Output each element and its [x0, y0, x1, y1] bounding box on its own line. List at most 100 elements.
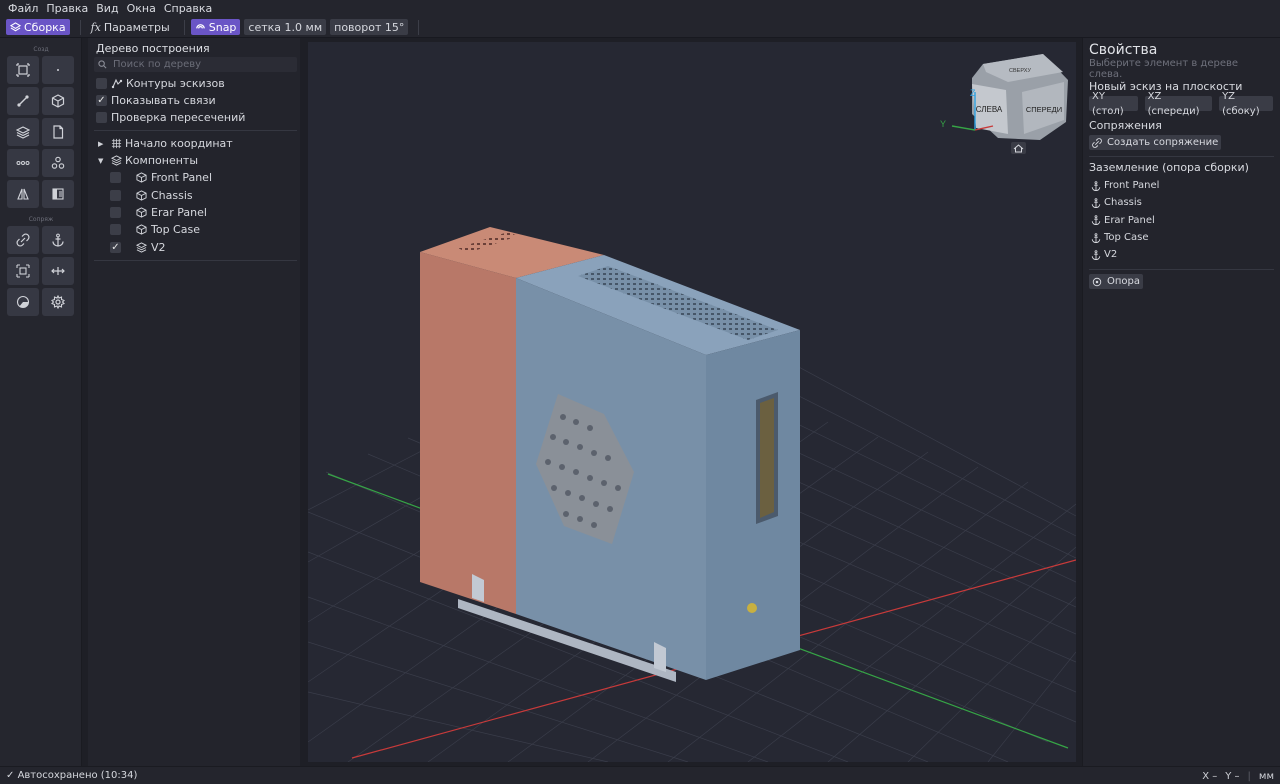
unit-label: мм — [1258, 770, 1274, 782]
ground-item[interactable]: Front Panel — [1083, 177, 1280, 194]
plane-xy-button[interactable]: XY (стол) — [1089, 91, 1138, 117]
chassis-end-face[interactable] — [706, 330, 800, 680]
collapse-arrow-icon[interactable]: ▼ — [98, 157, 108, 165]
params-label: Параметры — [103, 20, 170, 34]
mate-tool-button[interactable] — [7, 226, 39, 254]
component-checkbox[interactable]: ✓ — [110, 241, 121, 253]
y-axis-indicator — [951, 125, 976, 131]
ground-item[interactable]: V2 — [1083, 246, 1280, 263]
toolbar-divider — [418, 19, 420, 35]
checkbox-intersections[interactable] — [96, 112, 107, 123]
support-button[interactable]: Опора — [1089, 274, 1144, 290]
layers-icon — [111, 155, 122, 166]
front-panel-face[interactable] — [420, 252, 516, 614]
3d-viewport[interactable]: СВЕРХУ СЛЕВА СПЕРЕДИ Z Y — [308, 42, 1076, 762]
params-button[interactable]: fx Параметры — [87, 19, 174, 35]
grid-size-button[interactable]: сетка 1.0 мм — [244, 19, 327, 35]
scene-canvas[interactable]: СВЕРХУ СЛЕВА СПЕРЕДИ Z Y — [308, 42, 1076, 762]
component-checkbox[interactable] — [110, 224, 121, 236]
assembly-label: Сборка — [24, 20, 66, 34]
cube-icon — [136, 172, 147, 183]
document-tool-button[interactable] — [42, 118, 74, 146]
view-cube[interactable]: СВЕРХУ СЛЕВА СПЕРЕДИ Z Y — [940, 54, 1068, 154]
snap-label: Snap — [208, 20, 237, 34]
component-label: Chassis — [151, 188, 193, 202]
menu-help[interactable]: Справка — [160, 0, 216, 17]
target-icon — [1092, 277, 1102, 287]
toolbar: Сборка fx Параметры Snap сетка 1.0 мм по… — [0, 17, 1280, 38]
circular-pattern-button[interactable] — [42, 149, 74, 177]
menu-file[interactable]: Файл — [4, 0, 42, 17]
select-tool-button[interactable] — [7, 56, 39, 84]
x-coordinate: X – — [1202, 770, 1218, 782]
tree-component-top-case[interactable]: Top Case — [88, 221, 300, 238]
group-create-label: Созд — [33, 46, 49, 53]
tree-component-erar-panel[interactable]: Erar Panel — [88, 204, 300, 221]
point-tool-button[interactable] — [42, 56, 74, 84]
option-show-links[interactable]: ✓ Показывать связи — [88, 92, 300, 109]
properties-title: Свойства — [1089, 42, 1158, 58]
ground-item-label: Erar Panel — [1104, 214, 1155, 226]
menu-windows[interactable]: Окна — [123, 0, 160, 17]
snap-toggle[interactable]: Snap — [190, 19, 241, 35]
tree-node-origin[interactable]: ▶ Начало координат — [88, 135, 300, 152]
settings-tool-button[interactable] — [42, 288, 74, 316]
ground-item[interactable]: Erar Panel — [1083, 212, 1280, 229]
autosave-status: ✓ Автосохранено (10:34) — [6, 770, 138, 781]
tree-node-components[interactable]: ▼ Компоненты — [88, 152, 300, 169]
option-intersections-label: Проверка пересечений — [111, 111, 246, 124]
create-mate-label: Создать сопряжение — [1107, 137, 1219, 148]
circles-icon — [51, 156, 65, 169]
menu-view[interactable]: Вид — [92, 0, 122, 17]
ground-item[interactable]: Chassis — [1083, 194, 1280, 211]
panel-tool-button[interactable] — [42, 180, 74, 208]
tree-search-input[interactable]: Поиск по дереву — [94, 57, 297, 72]
anchor-icon — [1091, 232, 1101, 243]
tree-divider — [94, 259, 297, 261]
option-sketch-contours[interactable]: Контуры эскизов — [88, 75, 300, 92]
tree-component-chassis[interactable]: Chassis — [88, 186, 300, 203]
component-checkbox[interactable] — [110, 189, 121, 201]
status-bar: ✓ Автосохранено (10:34) X – Y – | мм — [0, 766, 1280, 784]
component-label: Erar Panel — [151, 205, 207, 219]
checkbox-sketch-contours[interactable] — [96, 78, 107, 89]
line-icon — [17, 95, 29, 107]
rotate-step-button[interactable]: поворот 15° — [330, 19, 409, 35]
component-checkbox[interactable] — [110, 172, 121, 184]
expand-arrow-icon[interactable]: ▶ — [98, 140, 108, 148]
fix-tool-button[interactable] — [7, 257, 39, 285]
component-checkbox[interactable] — [110, 206, 121, 218]
cube-tool-button[interactable] — [42, 87, 74, 115]
line-tool-button[interactable] — [7, 87, 39, 115]
create-mate-button[interactable]: Создать сопряжение — [1089, 135, 1222, 150]
ground-item-label: V2 — [1104, 249, 1118, 261]
checkbox-show-links[interactable]: ✓ — [96, 95, 107, 106]
toolbar-divider — [79, 19, 81, 35]
tree-component-front-panel[interactable]: Front Panel — [88, 169, 300, 186]
ground-section-label: Заземление (опора сборки) — [1089, 161, 1249, 174]
pattern-tool-button[interactable] — [7, 149, 39, 177]
distance-tool-button[interactable] — [42, 257, 74, 285]
option-sketch-label: Контуры эскизов — [126, 77, 225, 90]
component-label: Front Panel — [151, 171, 212, 185]
ground-item[interactable]: Top Case — [1083, 229, 1280, 246]
plane-yz-button[interactable]: YZ (сбоку) — [1219, 91, 1273, 117]
book-icon — [52, 188, 64, 200]
anchor-tool-button[interactable] — [42, 226, 74, 254]
assembly-model[interactable] — [420, 227, 800, 682]
tree-components-label: Компоненты — [125, 154, 199, 167]
angle-icon — [16, 295, 30, 309]
plane-xz-button[interactable]: XZ (спереди) — [1144, 91, 1213, 117]
cube-icon — [136, 189, 147, 201]
layers-tool-button[interactable] — [7, 118, 39, 146]
arrows-horizontal-icon — [51, 267, 65, 275]
option-intersections[interactable]: Проверка пересечений — [88, 109, 300, 126]
tree-component-v2[interactable]: ✓ V2 — [88, 239, 300, 256]
angle-tool-button[interactable] — [7, 288, 39, 316]
assembly-button[interactable]: Сборка — [6, 19, 70, 35]
menu-edit[interactable]: Правка — [42, 0, 92, 17]
mirror-tool-button[interactable] — [7, 180, 39, 208]
ground-item-label: Front Panel — [1104, 180, 1160, 192]
group-mate-label: Сопряж — [28, 216, 54, 223]
power-button[interactable] — [747, 603, 757, 613]
